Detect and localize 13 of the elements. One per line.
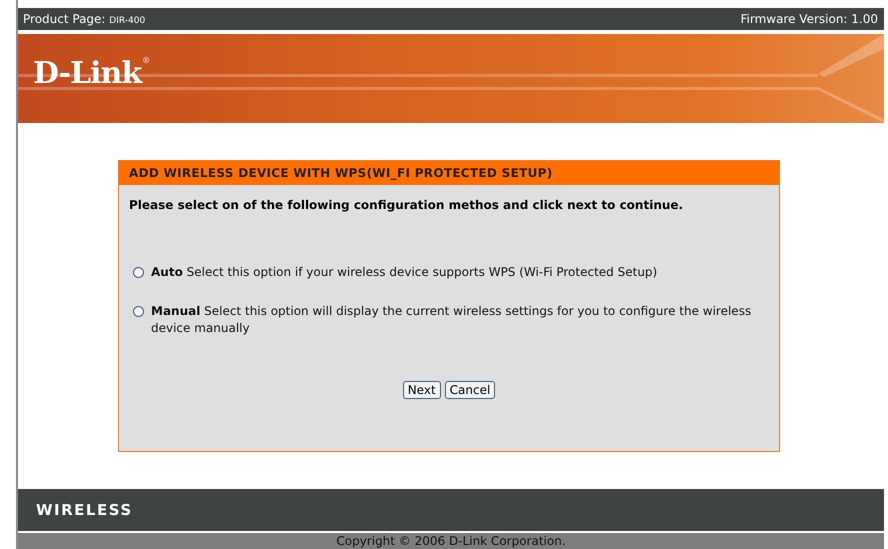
action-button[interactable]: Cancel	[444, 381, 496, 399]
option-text: Manual Select this option will display the current wireless settings for you to configure the wireless device manually	[151, 303, 752, 337]
firmware-version: Firmware Version: 1.00	[740, 12, 878, 26]
product-label: Product Page: DIR-400	[23, 12, 146, 26]
copyright-text: Copyright © 2006 D-Link Corporation.	[18, 533, 884, 549]
radio-button[interactable]	[133, 306, 144, 317]
instruction-text: Please select on of the following configuration methos and click next to continue.	[129, 198, 684, 212]
panel-title: ADD WIRELESS DEVICE WITH WPS(WI_FI PROTECTED SETUP)	[119, 161, 779, 185]
radio-button[interactable]	[133, 267, 144, 278]
action-button[interactable]: Next	[402, 381, 441, 399]
wireless-bar: WIRELESS	[18, 489, 884, 533]
option-text: Auto Select this option if your wireless device supports WPS (Wi-Fi Protected Setup)	[151, 264, 658, 281]
d-link-logo: D-Link®	[33, 56, 150, 91]
